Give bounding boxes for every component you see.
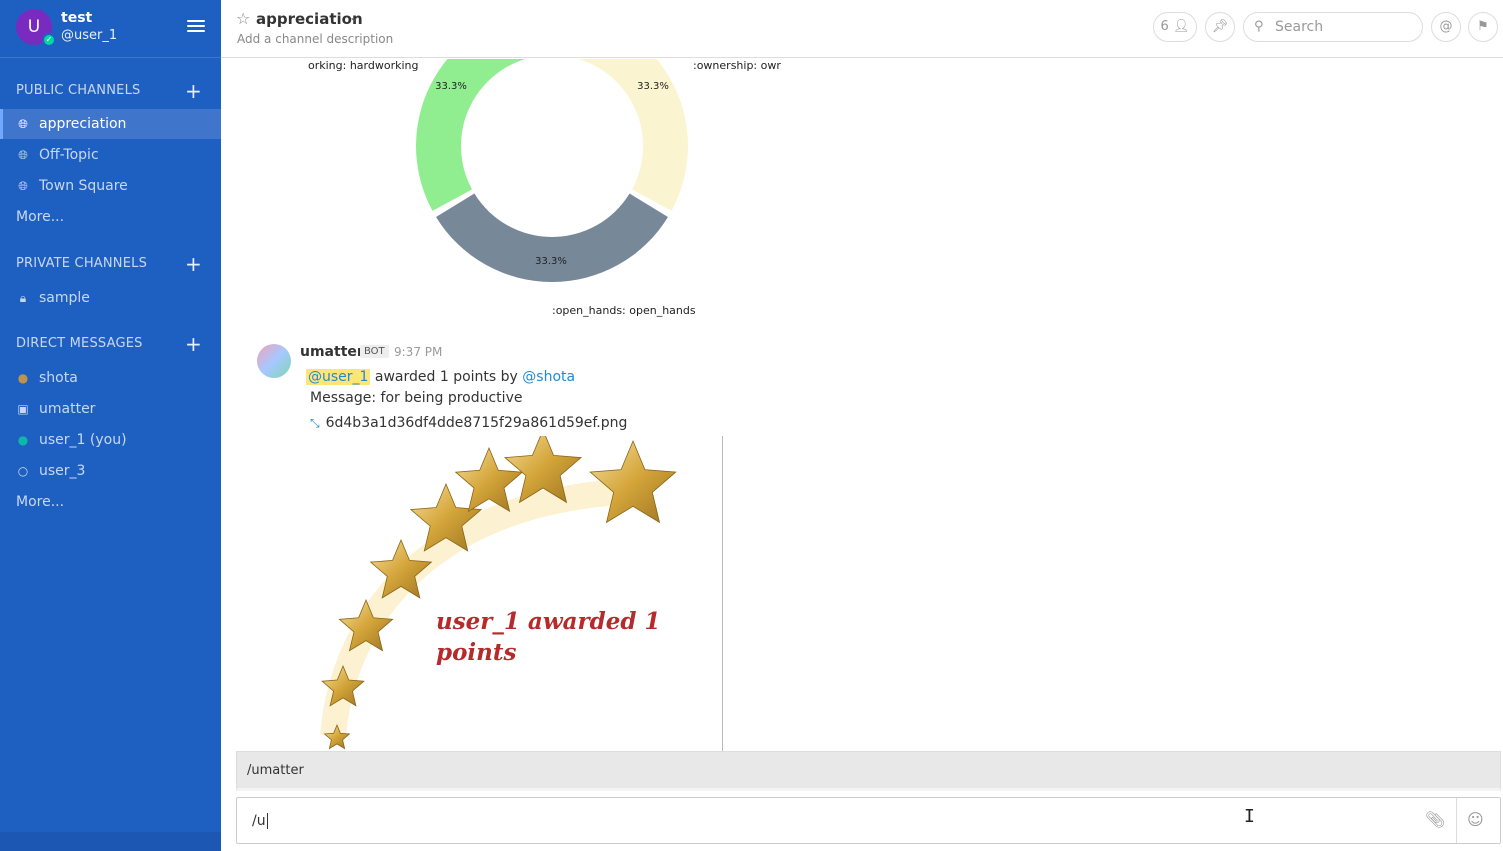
sidebar-item-shota[interactable]: ● shota [0, 363, 221, 393]
online-status-icon: ✓ [42, 33, 56, 47]
flag-icon: ⚑ [1477, 19, 1489, 34]
globe-icon: 🌐︎ [18, 117, 28, 131]
slice-value-label: 33.3% [435, 81, 467, 92]
post-timestamp[interactable]: 9:37 PM [394, 345, 442, 359]
command-suggestion[interactable]: /umatter [236, 751, 1501, 791]
donut-slice [436, 193, 668, 282]
sidebar-item-off-topic[interactable]: 🌐︎ Off-Topic [0, 140, 221, 170]
favorite-star-icon[interactable]: ☆ [236, 9, 250, 28]
slice-value-label: 33.3% [637, 81, 669, 92]
channel-name[interactable]: appreciation [256, 10, 363, 28]
globe-icon: 🌐︎ [18, 179, 28, 193]
file-attachment-link[interactable]: ⤡ 6d4b3a1d36df4dde8715f29a861d59ef.png [310, 415, 627, 431]
post-list: 33.3% 33.3% 33.3% orking: hardworking :own… [221, 59, 1503, 751]
sidebar-footer [0, 832, 221, 851]
flagged-posts-button[interactable]: ⚑ [1468, 12, 1498, 42]
message-label: Message [310, 390, 372, 406]
chart-label-hardworking: orking: hardworking [308, 59, 419, 72]
sidebar-item-label: appreciation [39, 116, 127, 132]
donut-chart: 33.3% 33.3% 33.3% [416, 59, 688, 282]
composer-divider [1456, 798, 1457, 843]
user-icon: ● [17, 371, 29, 385]
direct-messages-title: DIRECT MESSAGES [16, 336, 143, 351]
search-placeholder: Search [1275, 19, 1324, 35]
award-image[interactable]: user_1 awarded 1 points [313, 436, 723, 751]
team-name[interactable]: test [61, 10, 92, 26]
award-line: @user_1 awarded 1 points by @shota [306, 369, 575, 385]
sidebar: U ✓ test @user_1 PUBLIC CHANNELS + 🌐︎ ap… [0, 0, 221, 851]
expand-icon: ⤡ [310, 416, 320, 430]
add-public-channel-button[interactable]: + [185, 81, 202, 101]
message-text: : for being productive [371, 390, 523, 406]
star-shape [589, 439, 677, 524]
sidebar-header: U ✓ test @user_1 [0, 0, 221, 58]
user-handle: @user_1 [61, 28, 118, 43]
chart-label-ownership: :ownership: owr [693, 59, 781, 72]
sidebar-item-umatter[interactable]: ▣ umatter [0, 394, 221, 424]
slice-value-label: 33.3% [535, 256, 567, 267]
award-text: awarded 1 points by [370, 369, 523, 385]
main-menu-icon[interactable] [187, 20, 205, 34]
dm-more-link[interactable]: More... [16, 494, 64, 510]
paperclip-icon[interactable]: 📎︎ [1425, 810, 1445, 829]
sidebar-item-label: Town Square [39, 178, 128, 194]
sidebar-item-user-3[interactable]: ○ user_3 [0, 456, 221, 486]
public-more-link[interactable]: More... [16, 209, 64, 225]
bot-badge: BOT [360, 345, 389, 358]
message-line: Message: for being productive [310, 390, 522, 406]
file-name: 6d4b3a1d36df4dde8715f29a861d59ef.png [325, 415, 628, 431]
pin-icon: 📌︎ [1211, 19, 1229, 34]
sidebar-item-label: umatter [39, 401, 96, 417]
user-icon: ● [17, 433, 29, 447]
search-icon: ⚲ [1254, 19, 1264, 34]
search-input[interactable]: ⚲ Search [1243, 12, 1423, 42]
chevron-down-icon[interactable]: ⌄ [349, 10, 359, 24]
sidebar-item-user-1[interactable]: ● user_1 (you) [0, 425, 221, 455]
sidebar-item-town-square[interactable]: 🌐︎ Town Square [0, 171, 221, 201]
award-image-line-2: points [436, 639, 517, 666]
sidebar-item-appreciation[interactable]: 🌐︎ appreciation [0, 109, 221, 139]
member-count: 6 [1160, 19, 1169, 34]
sidebar-item-label: user_3 [39, 463, 86, 479]
sidebar-item-label: sample [39, 290, 90, 306]
pinned-posts-button[interactable]: 📌︎ [1205, 12, 1235, 42]
at-icon: @ [1439, 19, 1453, 34]
public-channels-title: PUBLIC CHANNELS [16, 83, 141, 98]
mention-user-1[interactable]: @user_1 [306, 369, 371, 385]
award-image-text: user_1 awarded 1 points [436, 606, 696, 668]
chart-label-open-hands: :open_hands: open_hands [552, 304, 696, 317]
add-direct-message-button[interactable]: + [185, 334, 202, 354]
emoji-icon[interactable]: ☺ [1467, 810, 1484, 829]
member-count-button[interactable]: 6 👤︎ [1153, 12, 1197, 42]
channel-description[interactable]: Add a channel description [237, 32, 393, 46]
bot-avatar[interactable] [257, 344, 291, 378]
text-cursor-icon: I [1244, 806, 1255, 827]
mention-shota[interactable]: @shota [522, 369, 575, 385]
sidebar-item-label: shota [39, 370, 78, 386]
sidebar-item-label: user_1 (you) [39, 432, 127, 448]
message-input-value: /u [252, 813, 266, 829]
channel-header: ☆ appreciation ⌄ Add a channel descripti… [221, 0, 1503, 58]
private-channels-title: PRIVATE CHANNELS [16, 256, 148, 271]
recent-mentions-button[interactable]: @ [1431, 12, 1461, 42]
award-image-line-1: user_1 awarded 1 [436, 608, 661, 635]
user-icon: ○ [17, 464, 29, 478]
stars-graphic [320, 436, 677, 750]
sidebar-item-label: Off-Topic [39, 147, 99, 163]
bot-icon: ▣ [17, 402, 29, 416]
globe-icon: 🌐︎ [18, 148, 28, 162]
message-input[interactable]: /u 📎︎ ☺ [236, 797, 1501, 844]
post-username[interactable]: umatter [300, 344, 364, 360]
lock-icon: 🔒︎ [19, 291, 27, 305]
member-icon: 👤︎ [1172, 19, 1190, 34]
sidebar-item-sample[interactable]: 🔒︎ sample [0, 283, 221, 313]
add-private-channel-button[interactable]: + [185, 254, 202, 274]
